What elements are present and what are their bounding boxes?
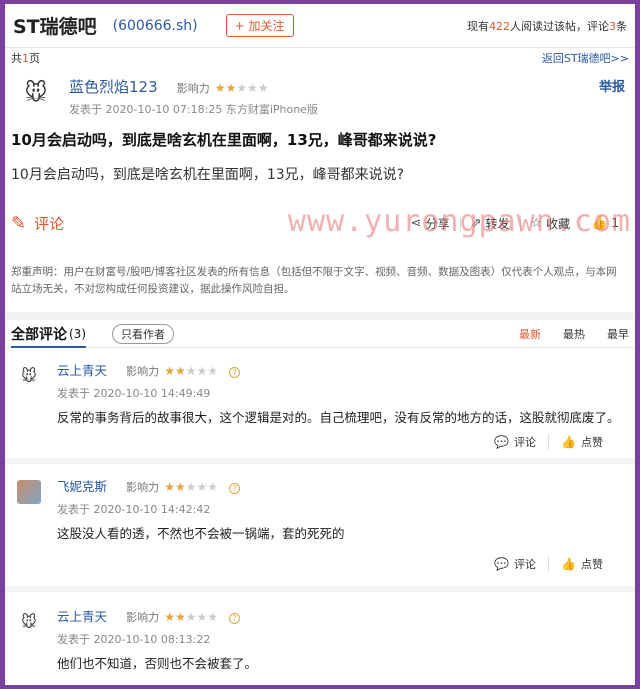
comment-label: 评论 bbox=[34, 214, 65, 233]
author-name[interactable]: 蓝色烈焰123 bbox=[69, 78, 158, 96]
like-label: 点赞 bbox=[581, 436, 603, 449]
readers-prefix: 现有 bbox=[467, 19, 489, 33]
comments-suffix: 条 bbox=[616, 19, 627, 33]
commenter-name[interactable]: 云上青天 bbox=[57, 609, 107, 624]
comment-button[interactable]: ✎ 评论 bbox=[11, 213, 64, 234]
comment-meta: 发表于 2020-10-10 14:42:42 bbox=[57, 503, 211, 516]
sort-hottest[interactable]: 最热 bbox=[563, 326, 585, 342]
comment-item: 🐭 云上青天 影响力 ★★★★★ ? 发表于 2020-10-10 14:49:… bbox=[5, 348, 635, 464]
back-to-forum-link[interactable]: 返回ST瑞德吧>> bbox=[542, 50, 629, 66]
post-body: 10月会启动吗，到底是啥玄机在里面啊，13兄，峰哥都来说说? bbox=[11, 167, 405, 183]
pen-icon: ✎ bbox=[11, 212, 27, 234]
comment-header: 🐭 云上青天 影响力 ★★★★★ ? 发表于 2020-10-10 08:13:… bbox=[11, 592, 629, 647]
pagination-row: 共1页 返回ST瑞德吧>> bbox=[5, 48, 635, 68]
stars-filled: ★★ bbox=[164, 610, 186, 624]
stars-filled: ★★ bbox=[164, 480, 186, 494]
reply-button[interactable]: 💬 评论 bbox=[482, 556, 548, 572]
comment-actions: 💬 评论 👍 点赞 bbox=[11, 426, 629, 458]
influence-label: 影响力 bbox=[176, 82, 210, 95]
post-author-row: 🐭 蓝色烈焰123 影响力 ★★★★★ 发表于 2020-10-10 07:18… bbox=[11, 76, 629, 117]
stars-empty: ★★★ bbox=[185, 610, 218, 624]
stars-filled: ★★ bbox=[214, 81, 237, 95]
reader-stats: 现有422人阅读过该帖，评论3条 bbox=[467, 18, 627, 34]
stars-empty: ★★★ bbox=[185, 364, 218, 378]
follow-button[interactable]: + 加关注 bbox=[225, 14, 294, 37]
sort-oldest[interactable]: 最早 bbox=[607, 326, 629, 342]
reply-label: 评论 bbox=[514, 558, 537, 571]
author-info: 蓝色烈焰123 影响力 ★★★★★ 发表于 2020-10-10 07:18:2… bbox=[69, 76, 318, 117]
post-title: 10月会启动吗，到底是啥玄机在里面啊，13兄，峰哥都来说说? bbox=[11, 131, 437, 149]
forum-title[interactable]: ST瑞德吧 bbox=[13, 12, 97, 39]
influence-label: 影响力 bbox=[126, 365, 160, 378]
influence-stars: ★★★★★ bbox=[215, 81, 269, 95]
comment-header: 🐭 云上青天 影响力 ★★★★★ ? 发表于 2020-10-10 14:49:… bbox=[11, 348, 629, 401]
commenter-info: 云上青天 影响力 ★★★★★ ? 发表于 2020-10-10 14:49:49 bbox=[57, 360, 241, 401]
readers-count: 422 bbox=[489, 19, 510, 33]
thumbs-up-icon: 👍 bbox=[561, 435, 576, 449]
chat-icon: 💬 bbox=[494, 435, 510, 449]
influence-stars: ★★★★★ bbox=[164, 610, 218, 624]
comment-item: 飞妮克斯 影响力 ★★★★★ ? 发表于 2020-10-10 14:42:42… bbox=[5, 464, 635, 592]
reply-label: 评论 bbox=[514, 436, 537, 449]
thumbs-up-icon: 👍 bbox=[561, 557, 576, 571]
commenter-name[interactable]: 飞妮克斯 bbox=[57, 479, 107, 494]
stars-empty: ★★★ bbox=[185, 480, 218, 494]
page-suffix: 页 bbox=[29, 52, 40, 65]
readers-suffix: 人阅读过该帖，评论 bbox=[510, 19, 609, 33]
all-comments-count: (3) bbox=[69, 326, 86, 341]
commenter-name[interactable]: 云上青天 bbox=[57, 363, 107, 378]
commenter-avatar[interactable]: 🐭 bbox=[17, 364, 41, 388]
influence-label: 影响力 bbox=[126, 481, 160, 494]
comment-body: 他们也不知道，否则也不会被套了。 bbox=[57, 656, 258, 671]
stock-code-link[interactable]: (600666.sh) bbox=[113, 18, 198, 34]
main-post: 🐭 蓝色烈焰123 影响力 ★★★★★ 发表于 2020-10-10 07:18… bbox=[5, 76, 635, 298]
comment-body: 这股没人看的透，不然也不会被一锅端，套的死死的 bbox=[57, 526, 345, 541]
help-icon[interactable]: ? bbox=[229, 367, 241, 378]
report-link[interactable]: 举报 bbox=[599, 76, 625, 95]
stars-filled: ★★ bbox=[164, 364, 186, 378]
page-number: 1 bbox=[22, 52, 29, 65]
comments-section-header: 全部评论 (3) 只看作者 最新 最热 最早 bbox=[5, 312, 635, 348]
comment-meta: 发表于 2020-10-10 14:49:49 bbox=[57, 387, 211, 400]
reply-button[interactable]: 💬 评论 bbox=[482, 434, 548, 450]
like-button[interactable]: 👍 点赞 bbox=[548, 434, 615, 450]
comment-header: 飞妮克斯 影响力 ★★★★★ ? 发表于 2020-10-10 14:42:42 bbox=[11, 464, 629, 517]
forum-header: ST瑞德吧 (600666.sh) + 加关注 现有422人阅读过该帖，评论3条 bbox=[5, 4, 635, 48]
commenter-avatar[interactable] bbox=[17, 480, 41, 504]
comments-count: 3 bbox=[609, 19, 616, 33]
commenter-info: 飞妮克斯 影响力 ★★★★★ ? 发表于 2020-10-10 14:42:42 bbox=[57, 476, 241, 517]
help-icon[interactable]: ? bbox=[229, 483, 241, 494]
author-avatar[interactable]: 🐭 bbox=[19, 76, 53, 110]
author-only-button[interactable]: 只看作者 bbox=[112, 323, 174, 344]
like-label: 点赞 bbox=[581, 558, 603, 571]
commenter-info: 云上青天 影响力 ★★★★★ ? 发表于 2020-10-10 08:13:22 bbox=[57, 606, 241, 647]
post-meta: 发表于 2020-10-10 07:18:25 东方财富iPhone版 bbox=[69, 103, 318, 116]
help-icon[interactable]: ? bbox=[229, 613, 241, 624]
page-count: 共1页 bbox=[11, 50, 40, 66]
comment-item: 🐭 云上青天 影响力 ★★★★★ ? 发表于 2020-10-10 08:13:… bbox=[5, 592, 635, 672]
chat-icon: 💬 bbox=[494, 557, 510, 571]
stars-empty: ★★★ bbox=[236, 81, 269, 95]
disclaimer: 郑重声明：用户在财富号/股吧/博客社区发表的所有信息（包括但不限于文字、视频、音… bbox=[11, 266, 617, 295]
comment-actions: 💬 评论 👍 点赞 bbox=[11, 542, 629, 586]
page-frame: ST瑞德吧 (600666.sh) + 加关注 现有422人阅读过该帖，评论3条… bbox=[5, 4, 635, 685]
influence-stars: ★★★★★ bbox=[164, 480, 218, 494]
sort-options: 最新 最热 最早 bbox=[519, 326, 629, 342]
like-button[interactable]: 👍 点赞 bbox=[548, 556, 615, 572]
comment-body: 反常的事务背后的故事很大，这个逻辑是对的。自己梳理吧，没有反常的地方的话，这股就… bbox=[57, 410, 620, 425]
influence-label: 影响力 bbox=[126, 611, 160, 624]
tab-all-comments[interactable]: 全部评论 (3) bbox=[11, 320, 86, 348]
comment-meta: 发表于 2020-10-10 08:13:22 bbox=[57, 633, 211, 646]
influence-stars: ★★★★★ bbox=[164, 364, 218, 378]
page-prefix: 共 bbox=[11, 52, 22, 65]
watermark: www.yurongpawn.com bbox=[287, 204, 631, 239]
commenter-avatar[interactable]: 🐭 bbox=[17, 610, 41, 634]
all-comments-label: 全部评论 bbox=[11, 326, 67, 343]
sort-newest[interactable]: 最新 bbox=[519, 326, 541, 342]
